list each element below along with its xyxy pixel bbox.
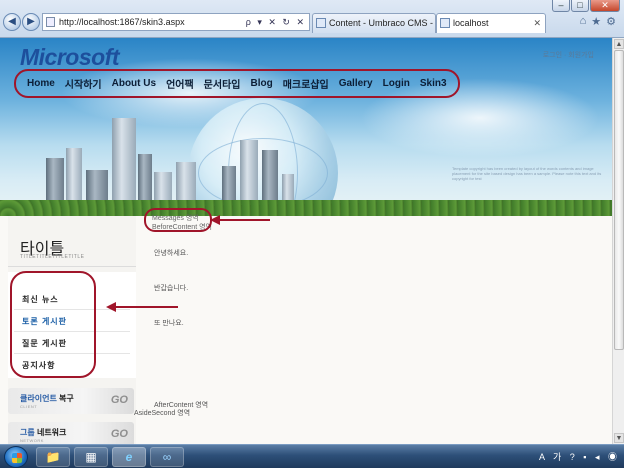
top-links[interactable]: 로그인 · 회원가입: [543, 50, 594, 60]
content-paragraph: 반갑습니다.: [154, 285, 189, 292]
back-button[interactable]: ◀: [3, 13, 21, 31]
annotation-arrow-line: [114, 306, 178, 308]
sidebar-subtitle: TITLETITLETITLETITLE: [20, 254, 85, 260]
tab-favicon-icon: [316, 18, 326, 28]
site-header: Microsoft 로그인 · 회원가입 Template copyright …: [0, 38, 612, 216]
menu-item-home[interactable]: Home: [22, 78, 60, 89]
favorites-star-icon[interactable]: ★: [591, 15, 601, 28]
annotation-arrow-head: [106, 302, 116, 312]
address-bar-icons[interactable]: ρ ▾ ✕ ↻ ✕: [246, 14, 306, 30]
visual-studio-icon[interactable]: ∞: [150, 447, 184, 467]
home-icon[interactable]: ⌂: [580, 15, 587, 28]
close-button[interactable]: ✕: [590, 0, 620, 12]
scroll-up-icon[interactable]: ▲: [614, 39, 624, 49]
annotation-oval-sidebar: [10, 271, 96, 378]
menu-item-macro[interactable]: 매크로샵입: [278, 76, 334, 91]
menu-item-blog[interactable]: Blog: [245, 78, 277, 89]
internet-explorer-icon[interactable]: e: [112, 447, 146, 467]
menu-item-language-pack[interactable]: 언어팩: [161, 76, 199, 91]
tab-favicon-icon: [440, 18, 450, 28]
site-logo[interactable]: Microsoft: [20, 44, 120, 71]
annotation-arrow-head: [210, 215, 220, 225]
address-url: http://localhost:1867/skin3.aspx: [59, 17, 185, 27]
menu-item-getting-started[interactable]: 시작하기: [60, 76, 107, 91]
tab-umbraco[interactable]: Content - Umbraco CMS - lo...: [312, 13, 436, 33]
explorer-folder-icon[interactable]: 📁: [36, 447, 70, 467]
client-recovery-banner[interactable]: 클라이언트 복구 CLIENT GO: [8, 388, 134, 414]
menu-item-login[interactable]: Login: [378, 78, 415, 89]
tree-line: [0, 200, 612, 216]
annotation-oval-messages: [144, 208, 212, 232]
address-bar[interactable]: http://localhost:1867/skin3.aspx ρ ▾ ✕ ↻…: [42, 13, 310, 31]
taskbar: 📁 ▦ e ∞ A 가 ? ▪ ◂ ◉: [0, 444, 624, 468]
tab-label: localhost: [453, 18, 489, 28]
vertical-scrollbar[interactable]: ▲ ▼: [612, 38, 624, 444]
menu-item-document-type[interactable]: 문서타입: [199, 76, 246, 91]
menu-item-about-us[interactable]: About Us: [107, 78, 161, 89]
go-button[interactable]: GO: [111, 394, 128, 406]
system-tray[interactable]: A 가 ? ▪ ◂ ◉: [539, 450, 620, 463]
start-button[interactable]: [4, 446, 28, 468]
forward-button[interactable]: ▶: [22, 13, 40, 31]
content-paragraph: 안녕하세요.: [154, 250, 189, 257]
tab-close-icon[interactable]: ✕: [533, 14, 541, 32]
header-fine-print: Template copyright has been created by l…: [452, 166, 602, 181]
scroll-thumb[interactable]: [614, 50, 624, 350]
menu-item-gallery[interactable]: Gallery: [334, 78, 378, 89]
window-controls: – □ ✕: [552, 0, 620, 12]
scroll-down-icon[interactable]: ▼: [614, 433, 624, 443]
banner-title: 클라이언트 복구: [20, 394, 74, 403]
divider: [8, 266, 136, 267]
banner-subtitle: NETWORK: [20, 438, 44, 443]
banner-title: 그룹 네트워크: [20, 428, 67, 437]
minimize-button[interactable]: –: [552, 0, 570, 12]
browser-chrome: – □ ✕ ◀ ▶ http://localhost:1867/skin3.as…: [0, 0, 624, 38]
main-menu: Home 시작하기 About Us 언어팩 문서타입 Blog 매크로샵입 G…: [14, 69, 460, 98]
page-icon: [46, 17, 55, 27]
maximize-button[interactable]: □: [571, 0, 589, 12]
settings-gear-icon[interactable]: ⚙: [606, 15, 616, 28]
tab-localhost[interactable]: localhost ✕: [436, 13, 546, 33]
menu-item-skin3[interactable]: Skin3: [415, 78, 452, 89]
content-paragraph: 또 만나요.: [154, 320, 184, 327]
browser-tools: ⌂ ★ ⚙: [580, 15, 616, 28]
windows-logo-icon: [12, 453, 22, 463]
annotation-arrow-line: [218, 219, 270, 221]
go-button[interactable]: GO: [111, 428, 128, 440]
banner-subtitle: CLIENT: [20, 404, 38, 409]
aside-second-label: AsideSecond 영역: [134, 410, 191, 417]
app-window-icon[interactable]: ▦: [74, 447, 108, 467]
tab-label: Content - Umbraco CMS - lo...: [329, 18, 435, 28]
